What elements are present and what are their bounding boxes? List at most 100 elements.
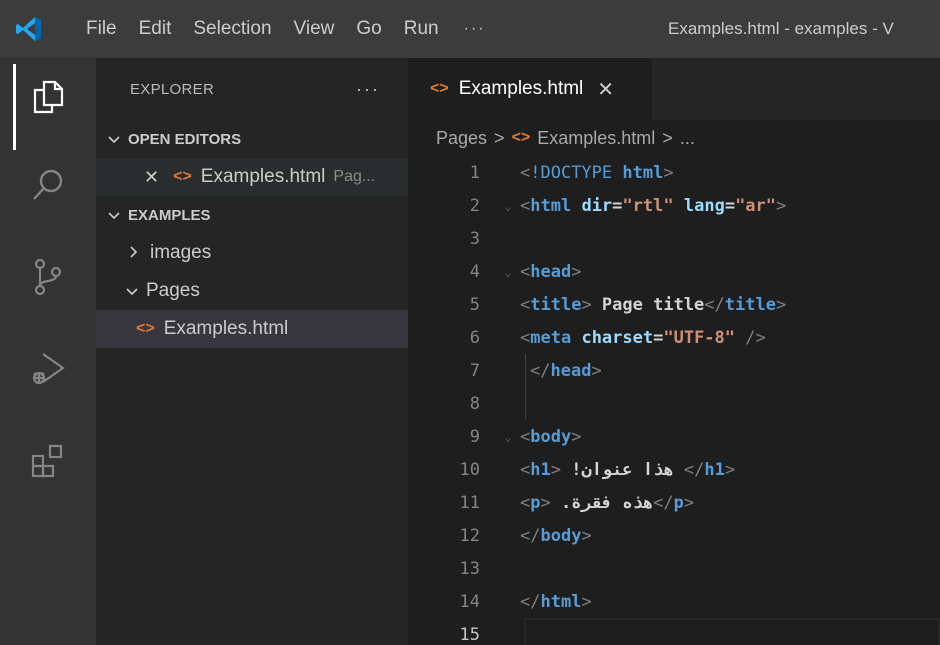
code-line[interactable]: 6 <meta charset="UTF-8" /> [408, 321, 940, 354]
code-line[interactable]: 9 ⌄ <body> [408, 420, 940, 453]
open-editors-section[interactable]: OPEN EDITORS [96, 120, 408, 158]
workspace-section[interactable]: EXAMPLES [96, 196, 408, 234]
explorer-sidebar: EXPLORER ··· OPEN EDITORS ✕ <> Examples.… [96, 58, 408, 645]
breadcrumb-folder[interactable]: Pages [436, 128, 487, 149]
html-file-icon: <> [511, 129, 531, 146]
editor-tabs: <> Examples.html ✕ [408, 58, 940, 120]
menu-bar: File Edit Selection View Go Run ··· [58, 0, 500, 58]
code-line[interactable]: 7 </head> [408, 354, 940, 387]
menu-edit[interactable]: Edit [128, 0, 183, 58]
code-line-text: <!DOCTYPE html> [520, 162, 674, 183]
code-line-text: <html dir="rtl" lang="ar"> [520, 195, 787, 216]
line-number: 9 [469, 426, 480, 447]
breadcrumb-separator: > [662, 127, 673, 148]
menu-run[interactable]: Run [393, 0, 450, 58]
html-file-icon: <> [430, 80, 449, 97]
fold-chevron-icon[interactable]: ⌄ [500, 265, 516, 279]
code-line[interactable]: 8 [408, 387, 940, 420]
code-line[interactable]: 4 ⌄ <head> [408, 255, 940, 288]
code-line[interactable]: 2 ⌄ <html dir="rtl" lang="ar"> [408, 189, 940, 222]
line-number: 8 [469, 393, 480, 414]
menu-view[interactable]: View [283, 0, 346, 58]
code-line[interactable]: 15 [408, 618, 940, 645]
tree-item-pages[interactable]: Pages [96, 272, 408, 310]
explorer-icon[interactable] [0, 62, 96, 150]
open-editor-filename: Examples.html [200, 166, 326, 187]
menu-go[interactable]: Go [345, 0, 392, 58]
html-file-icon: <> [136, 320, 155, 337]
fold-chevron-icon[interactable]: ⌄ [500, 430, 516, 444]
indent-guide [525, 354, 526, 387]
open-editors-label: OPEN EDITORS [128, 130, 242, 148]
chevron-down-icon [108, 207, 128, 223]
chevron-down-icon [108, 131, 128, 147]
fold-chevron-icon[interactable]: ⌄ [500, 199, 516, 213]
code-line-text: <h1> !هذا عنوان </h1> [520, 459, 736, 480]
menu-selection[interactable]: Selection [182, 0, 282, 58]
line-number: 6 [469, 327, 480, 348]
tree-item-label: Pages [146, 280, 200, 301]
code-line-text: <meta charset="UTF-8" /> [520, 327, 766, 348]
breadcrumb-symbol[interactable]: ... [680, 128, 695, 149]
code-line[interactable]: 1 <!DOCTYPE html> [408, 156, 940, 189]
code-line-text: </html> [520, 591, 592, 612]
menu-file[interactable]: File [58, 0, 128, 58]
code-line[interactable]: 13 [408, 552, 940, 585]
activity-bar [0, 58, 96, 645]
source-control-icon[interactable] [0, 242, 96, 312]
title-bar: File Edit Selection View Go Run ··· Exam… [0, 0, 940, 58]
current-line-highlight [524, 618, 940, 645]
tab-label: Examples.html [458, 78, 584, 99]
html-file-icon: <> [173, 168, 192, 185]
code-line-text: <title> Page title</title> [520, 294, 787, 315]
code-line-text: </body> [520, 525, 592, 546]
breadcrumb-file[interactable]: Examples.html [537, 128, 655, 149]
tree-item-images[interactable]: images [96, 234, 408, 272]
close-icon[interactable]: ✕ [597, 77, 614, 102]
chevron-right-icon [130, 245, 150, 261]
line-number: 1 [469, 162, 480, 183]
explorer-more-button[interactable]: ··· [356, 79, 380, 100]
vscode-logo-icon[interactable] [0, 0, 58, 58]
code-editor[interactable]: 1 <!DOCTYPE html> 2 ⌄ <html dir="rtl" lang="… [408, 156, 940, 645]
line-number: 7 [469, 360, 480, 381]
code-line[interactable]: 14 </html> [408, 585, 940, 618]
search-icon[interactable] [0, 150, 96, 220]
indent-guide [525, 387, 526, 420]
line-number: 3 [469, 228, 480, 249]
code-line-text: <body> [520, 426, 582, 447]
code-line[interactable]: 10 <h1> !هذا عنوان </h1> [408, 453, 940, 486]
code-line[interactable]: 5 <title> Page title</title> [408, 288, 940, 321]
explorer-header: EXPLORER ··· [96, 58, 408, 120]
line-number: 14 [459, 591, 480, 612]
tree-item-label: Examples.html [163, 318, 289, 339]
explorer-title: EXPLORER [130, 80, 215, 98]
chevron-down-icon [126, 283, 146, 299]
line-number: 13 [459, 558, 480, 579]
tree-item-examples-html[interactable]: <> Examples.html [96, 310, 408, 348]
open-editor-item[interactable]: ✕ <> Examples.html Pag... [96, 158, 408, 196]
code-line[interactable]: 11 <p> .هذه فقرة</p> [408, 486, 940, 519]
run-debug-icon[interactable] [0, 334, 96, 404]
code-line-text: <head> [520, 261, 582, 282]
close-icon[interactable]: ✕ [144, 167, 159, 188]
code-line[interactable]: 3 [408, 222, 940, 255]
breadcrumb-separator: > [494, 127, 505, 148]
window-title: Examples.html - examples - V [668, 19, 894, 38]
code-line-text: </head> [530, 360, 602, 381]
code-line-text: <p> .هذه فقرة</p> [520, 492, 695, 513]
tab-examples-html[interactable]: <> Examples.html ✕ [408, 58, 652, 120]
open-editor-dir: Pag... [333, 168, 376, 185]
breadcrumb: Pages > <> Examples.html > ... [408, 120, 940, 156]
menu-more-button[interactable]: ··· [450, 20, 500, 38]
line-number: 12 [459, 525, 480, 546]
code-line[interactable]: 12 </body> [408, 519, 940, 552]
extensions-icon[interactable] [0, 426, 96, 496]
workspace-label: EXAMPLES [128, 206, 211, 224]
tree-item-label: images [150, 242, 212, 263]
line-number: 5 [469, 294, 480, 315]
line-number: 4 [469, 261, 480, 282]
line-number: 2 [469, 195, 480, 216]
line-number: 10 [459, 459, 480, 480]
line-number: 15 [459, 624, 480, 645]
